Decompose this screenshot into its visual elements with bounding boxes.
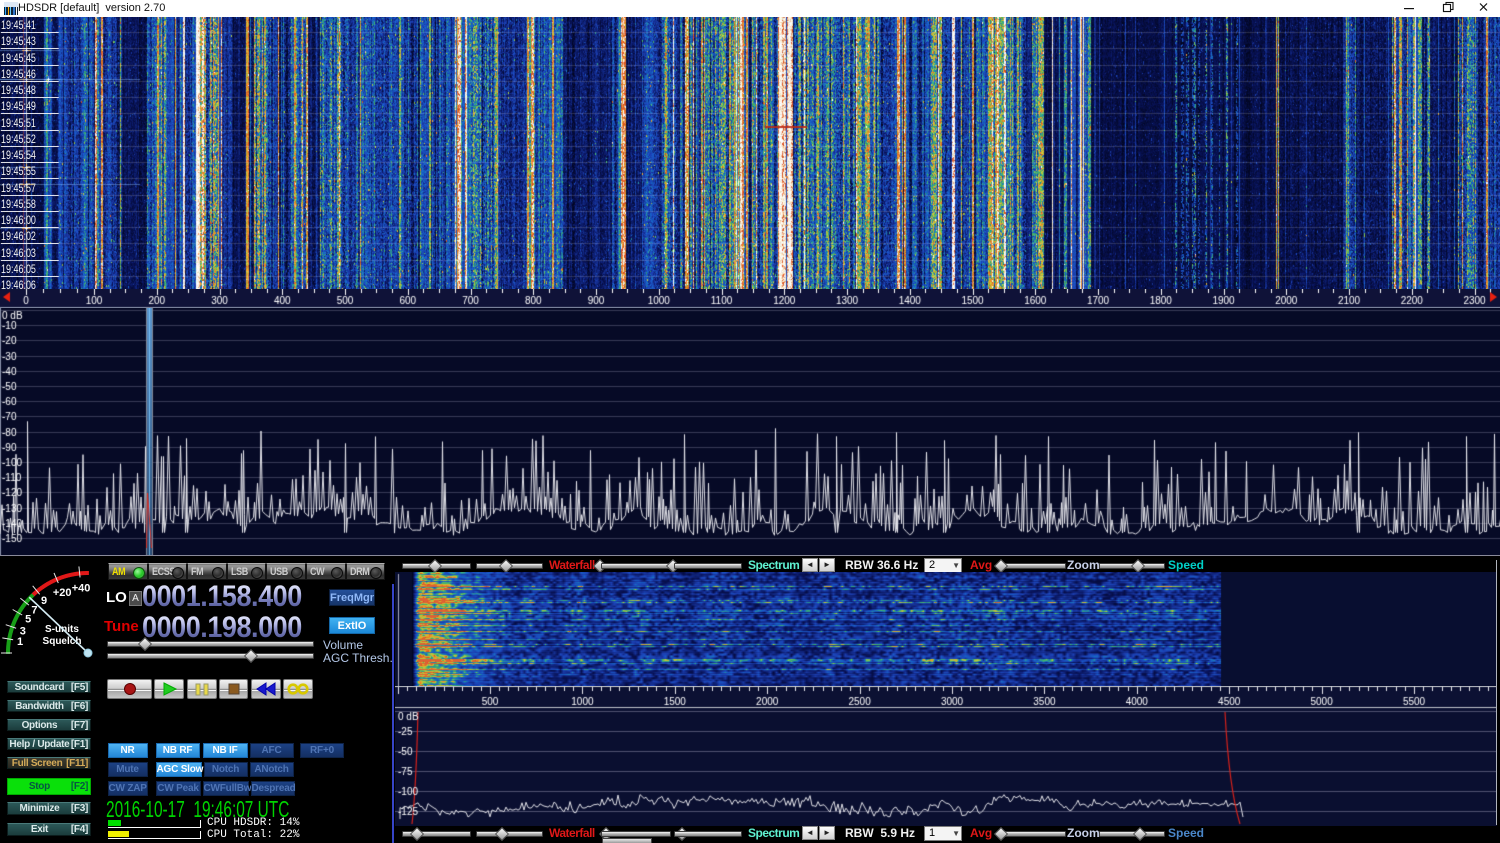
svg-text:3: 3 bbox=[20, 626, 26, 638]
svg-text:+40: +40 bbox=[72, 582, 91, 594]
svg-text:1: 1 bbox=[17, 636, 23, 648]
svg-text:9: 9 bbox=[41, 595, 47, 607]
svg-text:7: 7 bbox=[31, 605, 37, 617]
svg-text:+20: +20 bbox=[53, 587, 72, 599]
